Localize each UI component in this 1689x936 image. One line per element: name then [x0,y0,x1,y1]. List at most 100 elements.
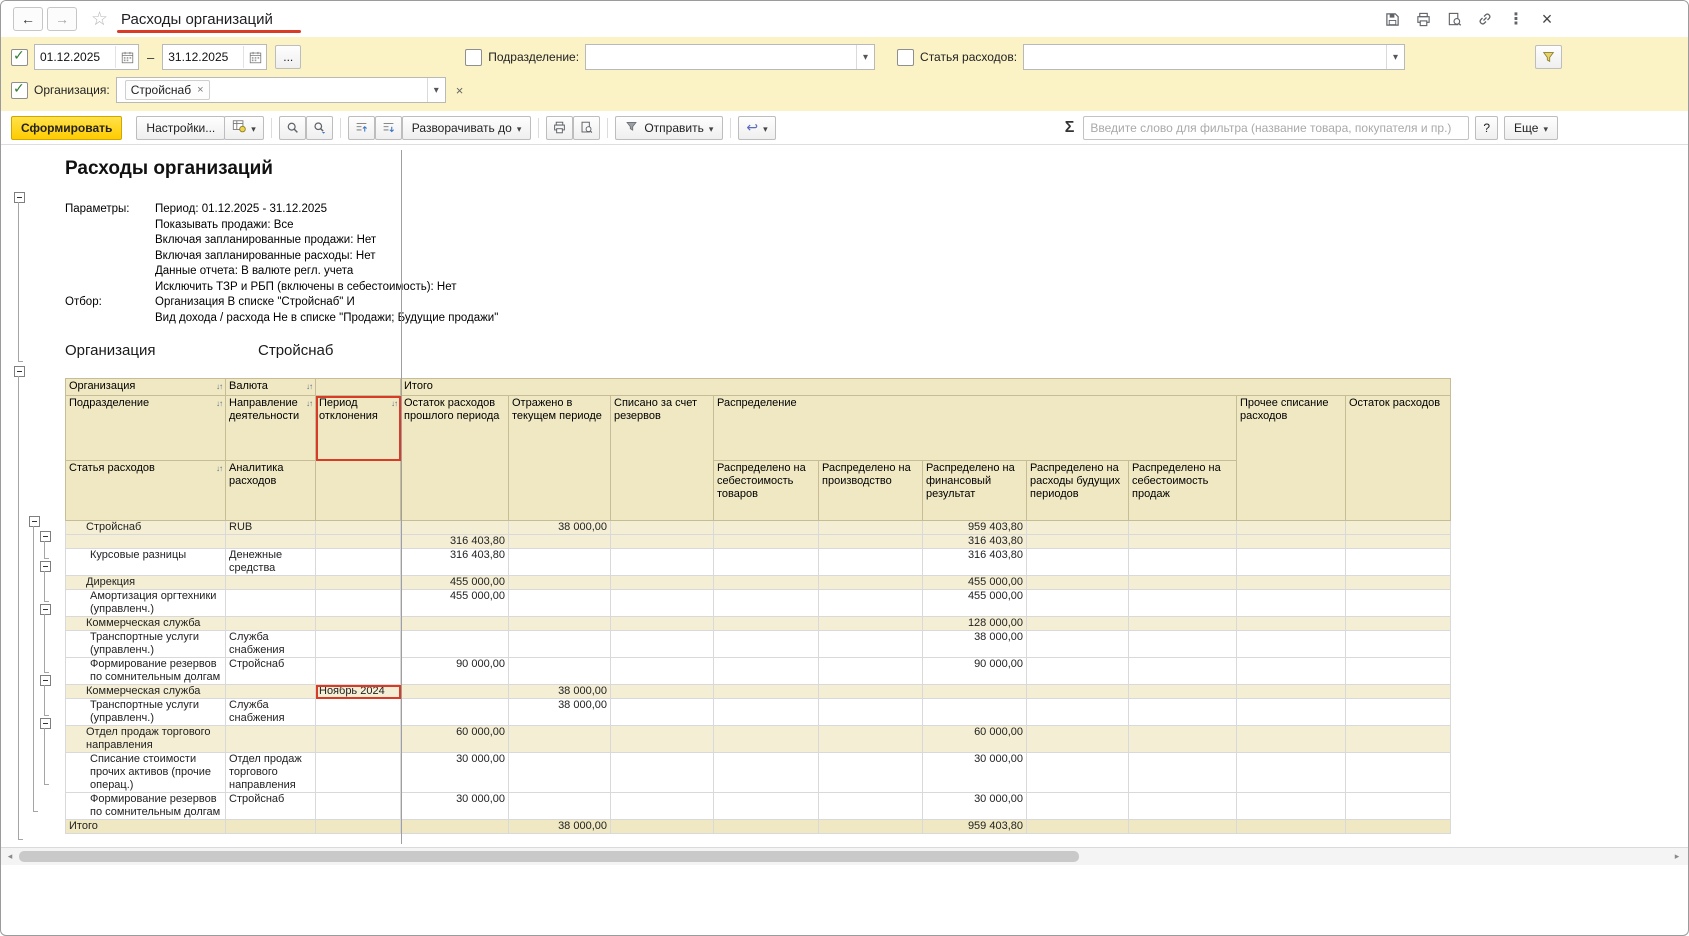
cell-dist-fin-result[interactable]: 455 000,00 [923,590,1027,617]
group-expander[interactable] [40,718,51,729]
date-to-input[interactable] [163,50,243,64]
cell-dist-fin-result[interactable]: 60 000,00 [923,726,1027,753]
cell-dist-fin-result[interactable] [923,685,1027,699]
cell-other-writeoff[interactable] [1237,617,1346,631]
col-deviation-period[interactable]: Период отклонения [316,396,401,461]
cell-dist-production[interactable] [819,793,923,820]
cell-dist-cost-goods[interactable] [714,617,819,631]
cell-opening-balance[interactable] [401,699,509,726]
cell-dist-cost-sales[interactable] [1129,576,1237,590]
cell-period[interactable] [316,521,401,535]
cell-dist-fin-result[interactable]: 30 000,00 [923,753,1027,793]
cell-closing-balance[interactable] [1346,521,1451,535]
cell-closing-balance[interactable] [1346,658,1451,685]
col-reflected[interactable]: Отражено в текущем периоде [509,396,611,521]
cell-dist-future-periods[interactable] [1027,521,1129,535]
cell-reserves[interactable] [611,535,714,549]
cell-dist-future-periods[interactable] [1027,658,1129,685]
cell-dist-fin-result[interactable]: 316 403,80 [923,549,1027,576]
print-preview-button[interactable] [573,116,600,140]
cell-dist-cost-sales[interactable] [1129,793,1237,820]
cell-dist-production[interactable] [819,699,923,726]
cell-dist-cost-goods[interactable] [714,753,819,793]
search-next-button[interactable] [306,116,333,140]
report-settings-menu-button[interactable] [224,116,264,140]
cell-analytics[interactable]: Стройснаб [226,658,316,685]
print-button[interactable] [546,116,573,140]
cell-analytics[interactable] [226,535,316,549]
cell-dist-future-periods[interactable] [1027,549,1129,576]
cell-dist-cost-goods[interactable] [714,549,819,576]
department-combo[interactable] [585,44,875,70]
cell-reflected[interactable] [509,549,611,576]
cell-dist-cost-goods[interactable] [714,726,819,753]
cell-opening-balance[interactable]: 316 403,80 [401,535,509,549]
cell-dist-production[interactable] [819,549,923,576]
sort-icon[interactable] [391,397,397,410]
cell-period[interactable]: Ноябрь 2024 [316,685,401,699]
cell-name[interactable]: Дирекция [66,576,226,590]
cell-closing-balance[interactable] [1346,631,1451,658]
col-dist-cost-goods[interactable]: Распределено на себестоимость товаров [714,461,819,521]
cell-period[interactable] [316,753,401,793]
cell-name[interactable]: Коммерческая служба [66,617,226,631]
cell-other-writeoff[interactable] [1237,631,1346,658]
period-more-button[interactable]: ... [275,45,301,69]
cell-analytics[interactable] [226,576,316,590]
col-analytics[interactable]: Аналитика расходов [226,461,316,521]
chevron-down-icon[interactable] [427,78,445,102]
cell-other-writeoff[interactable] [1237,685,1346,699]
cell-dist-fin-result[interactable]: 316 403,80 [923,535,1027,549]
cell-dist-cost-goods[interactable] [714,521,819,535]
col-dist-production[interactable]: Распределено на производство [819,461,923,521]
cell-period[interactable] [316,820,401,834]
cell-dist-future-periods[interactable] [1027,726,1129,753]
cell-closing-balance[interactable] [1346,699,1451,726]
cell-opening-balance[interactable]: 455 000,00 [401,590,509,617]
cell-other-writeoff[interactable] [1237,820,1346,834]
cell-other-writeoff[interactable] [1237,535,1346,549]
cell-dist-future-periods[interactable] [1027,617,1129,631]
cell-dist-production[interactable] [819,753,923,793]
cell-name[interactable]: Курсовые разницы [66,549,226,576]
cell-closing-balance[interactable] [1346,726,1451,753]
cell-opening-balance[interactable] [401,685,509,699]
cell-closing-balance[interactable] [1346,820,1451,834]
expand-to-button[interactable]: Разворачивать до [402,116,532,140]
clear-organization-button[interactable]: × [450,82,470,99]
back-button[interactable]: ← [13,7,43,31]
cell-name[interactable]: Отдел продаж торгового направления [66,726,226,753]
expense-item-combo[interactable] [1023,44,1405,70]
cell-closing-balance[interactable] [1346,590,1451,617]
cell-dist-cost-sales[interactable] [1129,549,1237,576]
sort-icon[interactable] [216,380,222,393]
search-button[interactable] [279,116,306,140]
cell-dist-cost-sales[interactable] [1129,631,1237,658]
cell-opening-balance[interactable]: 30 000,00 [401,793,509,820]
cell-dist-future-periods[interactable] [1027,590,1129,617]
cell-name[interactable]: Амортизация оргтехники (управленч.) [66,590,226,617]
cell-dist-cost-sales[interactable] [1129,590,1237,617]
cell-reflected[interactable] [509,576,611,590]
cell-period[interactable] [316,590,401,617]
cell-dist-fin-result[interactable]: 30 000,00 [923,793,1027,820]
cell-dist-production[interactable] [819,590,923,617]
cell-dist-production[interactable] [819,726,923,753]
cell-dist-production[interactable] [819,631,923,658]
cell-dist-cost-sales[interactable] [1129,535,1237,549]
sort-icon[interactable] [306,380,312,393]
col-organization[interactable]: Организация [66,379,226,396]
cell-dist-cost-sales[interactable] [1129,685,1237,699]
close-icon[interactable]: × [1538,10,1556,28]
cell-reserves[interactable] [611,658,714,685]
cell-dist-future-periods[interactable] [1027,535,1129,549]
cell-reserves[interactable] [611,793,714,820]
col-expense-item[interactable]: Статья расходов [66,461,226,521]
cell-other-writeoff[interactable] [1237,590,1346,617]
cell-other-writeoff[interactable] [1237,699,1346,726]
cell-reserves[interactable] [611,617,714,631]
sort-icon[interactable] [216,397,222,410]
cell-opening-balance[interactable] [401,631,509,658]
period-checkbox[interactable] [11,49,28,66]
cell-dist-fin-result[interactable]: 959 403,80 [923,521,1027,535]
